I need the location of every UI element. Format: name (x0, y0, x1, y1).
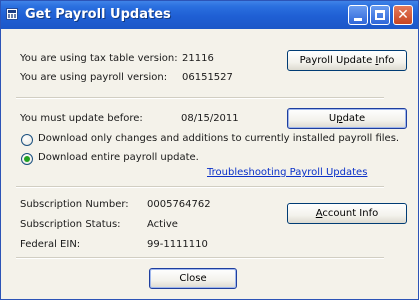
close-button[interactable]: Close (149, 268, 237, 289)
minimize-icon (354, 18, 362, 21)
close-icon: ✕ (397, 7, 409, 23)
payroll-updates-window: Get Payroll Updates ✕ You are using tax … (0, 0, 419, 300)
tax-table-version-value: 21116 (182, 53, 214, 64)
subscription-number-label: Subscription Number: (20, 199, 129, 210)
tax-table-version-label: You are using tax table version: (20, 53, 178, 64)
separator-3 (16, 257, 384, 259)
separator-2 (16, 186, 384, 188)
payroll-update-info-label-end: nfo (378, 55, 395, 66)
federal-ein-value: 99-1111110 (147, 239, 208, 250)
minimize-button[interactable] (348, 5, 368, 25)
separator-1 (16, 97, 384, 99)
update-button[interactable]: Update (287, 108, 407, 129)
maximize-icon (375, 10, 385, 20)
download-entire-radio[interactable] (21, 153, 33, 165)
window-title: Get Payroll Updates (25, 7, 171, 22)
subscription-number-value: 0005764762 (147, 199, 211, 210)
payroll-version-label: You are using payroll version: (20, 72, 168, 83)
payroll-update-info-label-start: Payroll Update (299, 55, 376, 66)
federal-ein-label: Federal EIN: (20, 239, 81, 250)
update-label-end: date (342, 113, 366, 124)
update-deadline-value: 08/15/2011 (181, 113, 239, 124)
close-window-button[interactable]: ✕ (393, 5, 413, 25)
download-entire-label[interactable]: Download entire payroll update. (38, 152, 199, 163)
subscription-status-value: Active (147, 219, 178, 230)
app-icon (6, 8, 18, 20)
update-deadline-label: You must update before: (20, 113, 143, 124)
title-bar[interactable]: Get Payroll Updates ✕ (1, 1, 418, 29)
troubleshooting-link[interactable]: Troubleshooting Payroll Updates (207, 167, 367, 178)
payroll-version-value: 06151527 (182, 72, 233, 83)
subscription-status-label: Subscription Status: (20, 219, 121, 230)
download-changes-label[interactable]: Download only changes and additions to c… (38, 133, 399, 144)
account-info-label-end: ccount Info (322, 208, 379, 219)
maximize-button[interactable] (370, 5, 390, 25)
payroll-update-info-button[interactable]: Payroll Update Info (287, 50, 407, 71)
account-info-button[interactable]: Account Info (287, 203, 407, 224)
download-changes-radio[interactable] (21, 134, 33, 146)
